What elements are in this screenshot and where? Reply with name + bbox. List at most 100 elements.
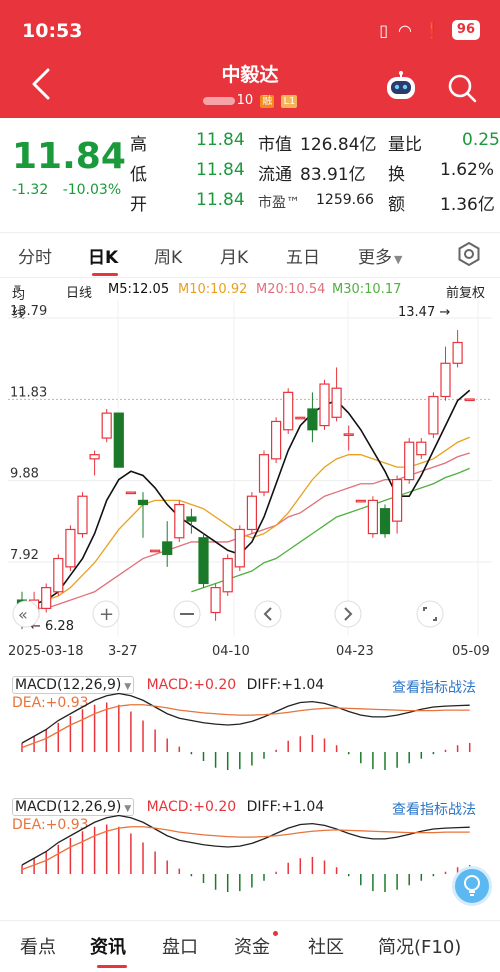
float-label: 流通 xyxy=(258,165,292,185)
mcap-value: 126.84亿 xyxy=(300,135,377,155)
nav-highlights[interactable]: 看点 xyxy=(20,933,56,959)
candlestick xyxy=(89,450,100,476)
high-label: 高 xyxy=(130,135,147,155)
m10-line xyxy=(22,436,470,605)
tab-more[interactable]: 更多 ▼ xyxy=(358,243,402,268)
kline-chart[interactable]: 13.7911.839.887.9213.47 →← 6.28 « + xyxy=(8,300,492,636)
caret-down-icon: ▼ xyxy=(394,253,403,266)
float-value: 83.91亿 xyxy=(300,165,366,185)
tab-monthly-k[interactable]: 月K xyxy=(220,243,248,268)
candlestick xyxy=(150,549,161,553)
scroll-left-button[interactable] xyxy=(254,600,282,628)
candle-body xyxy=(150,549,161,553)
candle-body xyxy=(137,499,149,506)
candle-body xyxy=(77,495,88,535)
candle-body xyxy=(283,391,294,431)
candle-body xyxy=(125,491,137,495)
tab-daily-k[interactable]: 日K xyxy=(88,243,118,268)
candlestick xyxy=(210,583,221,621)
candlestick xyxy=(137,492,149,538)
candle-body xyxy=(101,412,112,439)
ma30-value: M30:10.17 xyxy=(332,282,402,297)
change-amount: -1.32 xyxy=(12,182,49,198)
candlestick xyxy=(258,450,270,497)
candlestick xyxy=(295,416,306,420)
fullscreen-button[interactable] xyxy=(416,600,444,628)
ma20-value: M20:10.54 xyxy=(256,282,326,297)
current-price: 11.84 xyxy=(12,136,126,177)
stock-code-blurred xyxy=(202,96,235,105)
candle-body xyxy=(331,387,342,418)
candlestick xyxy=(428,392,439,439)
nav-news[interactable]: 资讯 xyxy=(90,933,126,959)
candlestick xyxy=(379,504,391,538)
tips-button[interactable] xyxy=(452,866,492,906)
amount-label: 额 xyxy=(388,195,405,215)
scroll-right-button[interactable] xyxy=(334,600,362,628)
search-button[interactable] xyxy=(446,72,478,104)
candle-body xyxy=(343,433,354,437)
battery-icon: 96 xyxy=(451,20,480,40)
nav-order-book[interactable]: 盘口 xyxy=(162,933,198,959)
zoom-in-button[interactable]: + xyxy=(92,600,120,628)
candle-body xyxy=(210,587,221,614)
dea-line xyxy=(21,826,470,871)
candle-body xyxy=(440,362,451,398)
candle-body xyxy=(246,495,257,531)
candle-body xyxy=(428,395,439,435)
m30-line xyxy=(191,467,470,593)
m20-line xyxy=(22,452,470,610)
dea-line xyxy=(21,704,470,749)
pe-label: 市盈™ xyxy=(258,195,300,211)
nav-capital[interactable]: 资金 xyxy=(234,933,270,959)
candle-body xyxy=(295,416,306,420)
y-tick-label: 9.88 xyxy=(10,466,39,481)
nav-profile-f10[interactable]: 简况(F10) xyxy=(378,933,461,959)
robot-icon xyxy=(387,71,415,99)
candle-body xyxy=(392,479,403,522)
candlestick xyxy=(404,438,415,484)
status-bar: 10:53 ▯ ◠ ❗ 96 xyxy=(0,0,500,52)
candlestick xyxy=(367,496,378,538)
candlestick xyxy=(65,525,76,572)
stock-name: 中毅达 xyxy=(221,64,279,86)
lightbulb-icon xyxy=(464,875,480,896)
candlestick xyxy=(343,425,354,451)
candlesticks xyxy=(16,330,475,630)
candlestick xyxy=(452,330,463,368)
candlestick xyxy=(283,388,294,434)
wifi-icon: ◠ xyxy=(398,20,412,40)
macd-chart xyxy=(21,692,471,770)
y-tick-label: 13.79 xyxy=(10,304,47,319)
collapse-button[interactable]: « xyxy=(12,600,40,628)
date-label: 3-27 xyxy=(108,644,138,659)
search-icon xyxy=(448,74,477,103)
tab-weekly-k[interactable]: 周K xyxy=(154,243,182,268)
period-high-marker: 13.47 → xyxy=(398,305,450,320)
candlestick xyxy=(246,492,257,534)
chart-settings-button[interactable] xyxy=(456,241,482,267)
candle-body xyxy=(234,528,245,568)
robot-assistant-button[interactable] xyxy=(384,70,418,104)
zoom-out-button[interactable] xyxy=(173,600,201,628)
tab-more-label: 更多 xyxy=(358,248,392,268)
gear-icon xyxy=(458,241,480,267)
ma10-value: M10:10.92 xyxy=(178,282,248,297)
candlestick xyxy=(77,492,88,538)
open-value: 11.84 xyxy=(196,190,245,210)
macd-chart xyxy=(21,814,471,892)
caret-down-icon: ▼ xyxy=(14,284,21,294)
candle-body xyxy=(379,508,391,535)
period-label[interactable]: 日线 xyxy=(66,282,92,301)
vibrate-icon: ▯ xyxy=(379,20,389,40)
low-value: 11.84 xyxy=(196,160,245,180)
candle-body xyxy=(198,537,209,585)
candlestick xyxy=(271,417,282,463)
tab-five-day[interactable]: 五日 xyxy=(286,243,320,268)
mcap-label: 市值 xyxy=(258,135,292,155)
nav-community[interactable]: 社区 xyxy=(308,933,344,959)
change-percent: -10.03% xyxy=(62,182,122,198)
tab-intraday[interactable]: 分时 xyxy=(18,243,52,268)
price-adjust-toggle[interactable]: 前复权 xyxy=(446,282,485,301)
candle-body xyxy=(113,412,124,468)
